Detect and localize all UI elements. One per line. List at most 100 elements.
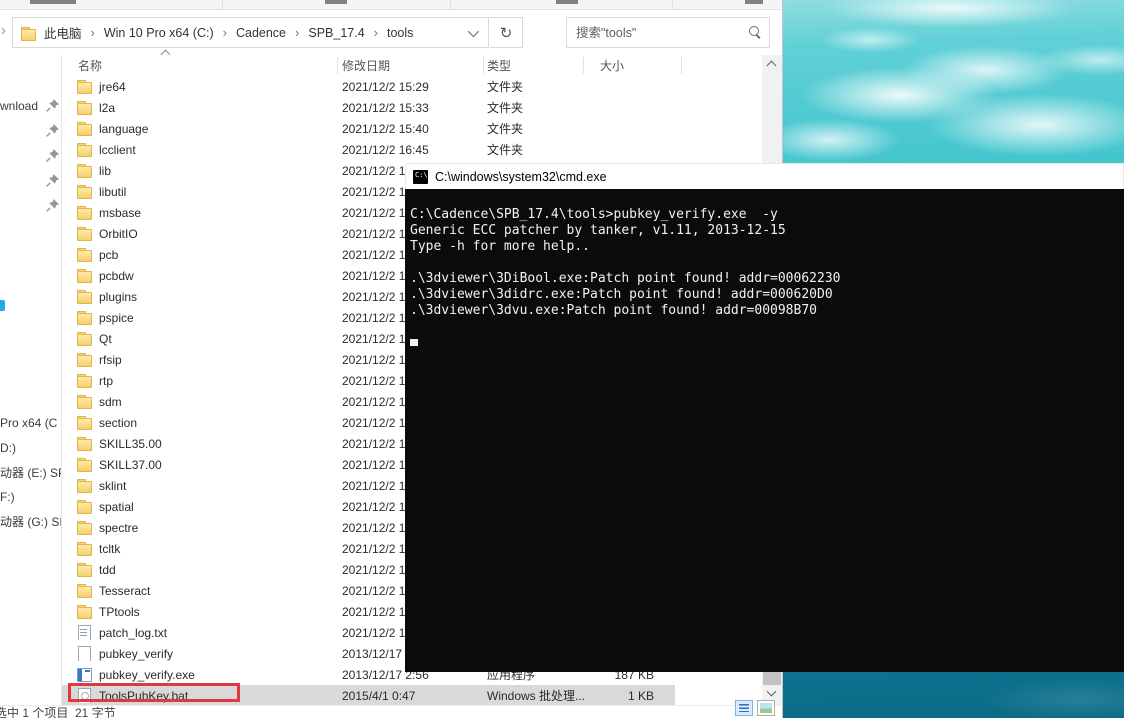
file-name-cell: patch_log.txt [62, 625, 338, 640]
cmd-output-line: Type -h for more help.. [410, 239, 1124, 255]
breadcrumb-separator-icon: › [288, 25, 306, 40]
sidebar-icon-fragment [0, 300, 5, 311]
column-header-type[interactable]: 类型 [484, 55, 583, 76]
file-name-cell: pubkey_verify [62, 646, 338, 661]
file-icon [76, 667, 92, 682]
navigation-pane: wnload Pro x64 (C D:) 动器 (E:) SP F:) 动器 … [0, 55, 62, 705]
folder-icon [20, 26, 36, 40]
file-name: libutil [99, 185, 126, 199]
file-icon [76, 604, 92, 619]
cmd-output-line: C:\Cadence\SPB_17.4\tools>pubkey_verify.… [410, 207, 1124, 223]
sidebar-item-label: 动器 (G:) SI [0, 513, 62, 530]
file-name: l2a [99, 101, 115, 115]
search-box [566, 17, 770, 48]
annotation-red-box [68, 683, 240, 702]
scroll-down-icon[interactable] [767, 687, 777, 697]
file-type: Windows 批处理... [484, 687, 584, 704]
file-name-cell: pcb [62, 247, 338, 262]
ribbon-separator [450, 0, 451, 10]
file-name-cell: spectre [62, 520, 338, 535]
search-input[interactable] [566, 17, 770, 48]
file-name: lib [99, 164, 111, 178]
file-name: patch_log.txt [99, 626, 167, 640]
sidebar-item-drive-d[interactable]: D:) [0, 438, 62, 458]
column-header-name[interactable]: 名称 [62, 55, 337, 76]
file-icon [76, 625, 92, 640]
sidebar-item-drive-c[interactable]: Pro x64 (C [0, 413, 62, 433]
file-name: pspice [99, 311, 134, 325]
file-name-cell: l2a [62, 100, 338, 115]
file-date: 2021/12/2 16:45 [338, 143, 484, 157]
file-name: tdd [99, 563, 116, 577]
file-date: 2021/12/2 15:33 [338, 101, 484, 115]
sidebar-item-drive-e[interactable]: 动器 (E:) SP [0, 462, 62, 482]
sidebar-item-pinned[interactable] [0, 146, 62, 166]
breadcrumb-spb-17-4[interactable]: SPB_17.4 [306, 26, 366, 40]
file-name: language [99, 122, 148, 136]
sidebar-item-label: D:) [0, 441, 16, 455]
file-row[interactable]: language 2021/12/2 15:40 文件夹 [62, 118, 675, 139]
file-size: 1 KB [584, 689, 656, 703]
sidebar-item-pinned[interactable] [0, 196, 62, 216]
search-icon [749, 26, 762, 39]
file-date: 2021/12/2 15:29 [338, 80, 484, 94]
file-name: OrbitIO [99, 227, 138, 241]
breadcrumb-tools[interactable]: tools [385, 26, 415, 40]
file-icon [76, 289, 92, 304]
details-view-button[interactable] [735, 700, 753, 716]
file-name-cell: jre64 [62, 79, 338, 94]
breadcrumb-separator-icon: › [84, 25, 102, 40]
sidebar-item-pinned[interactable] [0, 121, 62, 141]
file-name-cell: TPtools [62, 604, 338, 619]
file-row[interactable]: l2a 2021/12/2 15:33 文件夹 [62, 97, 675, 118]
sidebar-item-pinned[interactable] [0, 171, 62, 191]
thumbnail-view-button[interactable] [757, 700, 775, 716]
file-name-cell: tcltk [62, 541, 338, 556]
file-type: 文件夹 [484, 78, 584, 95]
column-separator[interactable] [681, 57, 682, 74]
column-header-date[interactable]: 修改日期 [338, 55, 483, 76]
column-header-size[interactable]: 大小 [584, 55, 681, 76]
file-name-cell: SKILL35.00 [62, 436, 338, 451]
cmd-output-line [410, 319, 1124, 335]
sidebar-item-label: 动器 (E:) SP [0, 464, 62, 481]
pin-icon [46, 149, 59, 162]
file-icon [76, 226, 92, 241]
file-icon [76, 373, 92, 388]
ribbon-fragment [745, 0, 763, 4]
file-row[interactable]: jre64 2021/12/2 15:29 文件夹 [62, 76, 675, 97]
file-type: 文件夹 [484, 99, 584, 116]
file-name-cell: spatial [62, 499, 338, 514]
file-icon [76, 163, 92, 178]
cmd-console[interactable]: C:\Cadence\SPB_17.4\tools>pubkey_verify.… [405, 189, 1124, 672]
file-icon [76, 646, 92, 661]
breadcrumb-this-pc[interactable]: 此电脑 [42, 23, 84, 42]
cmd-output: C:\Cadence\SPB_17.4\tools>pubkey_verify.… [410, 207, 1124, 335]
file-name: sklint [99, 479, 126, 493]
breadcrumb-drive-c[interactable]: Win 10 Pro x64 (C:) [102, 26, 216, 40]
file-name-cell: lib [62, 163, 338, 178]
cmd-output-line: Generic ECC patcher by tanker, v1.11, 20… [410, 223, 1124, 239]
file-row[interactable]: lcclient 2021/12/2 16:45 文件夹 [62, 139, 675, 160]
file-name-cell: Qt [62, 331, 338, 346]
sidebar-item-drive-f[interactable]: F:) [0, 487, 62, 507]
file-name: rfsip [99, 353, 122, 367]
cmd-window: C:\windows\system32\cmd.exe C:\Cadence\S… [405, 163, 1124, 672]
file-name: pubkey_verify [99, 647, 173, 661]
file-icon [76, 499, 92, 514]
sidebar-item-downloads[interactable]: wnload [0, 96, 62, 116]
file-icon [76, 331, 92, 346]
breadcrumb-cadence[interactable]: Cadence [234, 26, 288, 40]
file-name: rtp [99, 374, 113, 388]
refresh-button[interactable]: ↻ [490, 17, 523, 48]
ribbon-separator [672, 0, 673, 10]
scroll-up-icon[interactable] [767, 61, 777, 71]
cmd-icon [413, 170, 428, 184]
breadcrumb-bar[interactable]: 此电脑› Win 10 Pro x64 (C:)› Cadence› SPB_1… [12, 17, 489, 48]
sidebar-item-drive-g[interactable]: 动器 (G:) SI [0, 511, 62, 531]
address-dropdown-chevron-icon[interactable] [468, 25, 479, 36]
file-name: sdm [99, 395, 122, 409]
file-name: Tesseract [99, 584, 150, 598]
cmd-titlebar[interactable]: C:\windows\system32\cmd.exe [405, 163, 1124, 189]
file-row[interactable]: ToolsPubKey.bat 2015/4/1 0:47 Windows 批处… [62, 685, 675, 706]
